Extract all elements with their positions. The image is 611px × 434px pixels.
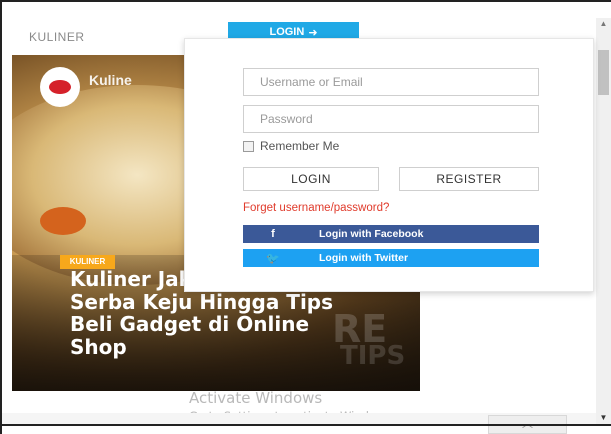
twitter-login-label: Login with Twitter [319, 252, 409, 264]
frame-border [0, 0, 2, 434]
scroll-up-arrow-icon[interactable]: ▲ [598, 18, 609, 30]
login-tab-label: LOGIN [269, 26, 305, 38]
register-button-label: REGISTER [436, 172, 502, 186]
facebook-login-button[interactable]: f Login with Facebook [243, 225, 539, 243]
twitter-login-button[interactable]: 🐦 Login with Twitter [243, 249, 539, 267]
twitter-icon: 🐦 [266, 252, 280, 265]
register-button[interactable]: REGISTER [399, 167, 539, 191]
login-button[interactable]: LOGIN [243, 167, 379, 191]
site-logo [40, 67, 80, 107]
sign-in-icon: ➜ [308, 26, 318, 39]
browser-viewport: KULINER LOGIN ➜ RE TIPS Kuline KULINER K… [0, 0, 611, 434]
login-dropdown-panel: Username or Email Password Remember Me L… [184, 38, 594, 292]
scroll-down-arrow-icon[interactable]: ▼ [598, 412, 609, 424]
password-placeholder: Password [260, 112, 313, 126]
forgot-password-link[interactable]: Forget username/password? [243, 202, 389, 214]
logo-mark [49, 80, 71, 94]
food-image-detail [40, 207, 86, 235]
nav-category-title[interactable]: KULINER [29, 30, 85, 44]
username-input[interactable]: Username or Email [243, 68, 539, 96]
frame-border [0, 424, 611, 426]
remember-me-checkbox[interactable] [243, 140, 254, 152]
login-button-label: LOGIN [291, 172, 331, 186]
facebook-login-label: Login with Facebook [319, 228, 424, 240]
facebook-icon: f [271, 228, 275, 240]
scrollbar-thumb[interactable] [598, 50, 609, 95]
password-input[interactable]: Password [243, 105, 539, 133]
remember-me-label: Remember Me [260, 139, 340, 153]
site-name: Kuline [89, 72, 132, 88]
remember-me-option[interactable]: Remember Me [243, 139, 339, 153]
watermark-line1: Activate Windows [189, 389, 323, 407]
username-placeholder: Username or Email [260, 75, 363, 89]
